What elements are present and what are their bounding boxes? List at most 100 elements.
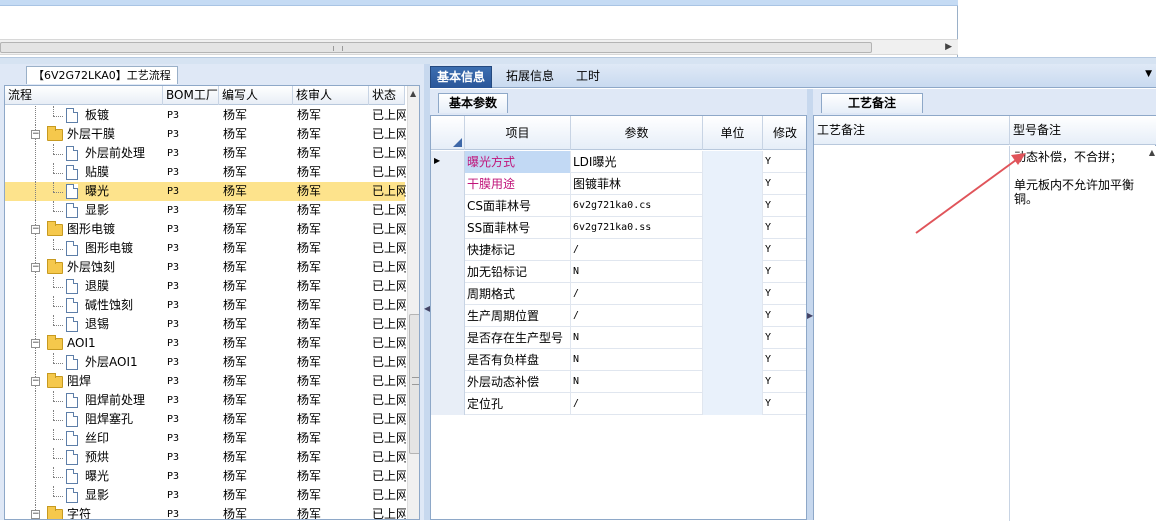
param-item-cell[interactable]: 是否存在生产型号 (465, 327, 571, 349)
param-unit-cell[interactable] (703, 151, 763, 173)
tree-node[interactable]: 预烘 (5, 448, 161, 467)
param-item-cell[interactable]: 加无铅标记 (465, 261, 571, 283)
tree-row[interactable]: 外层AOI1 P3 杨军 杨军 已上网 (5, 353, 406, 372)
tree-node[interactable]: − 字符 (5, 505, 161, 519)
tree-row[interactable]: − 阻焊 P3 杨军 杨军 已上网 (5, 372, 406, 391)
tree-node[interactable]: 退膜 (5, 277, 161, 296)
select-all-corner-icon[interactable] (453, 138, 462, 147)
col-header-bom-factory[interactable]: BOM工厂 (163, 86, 219, 105)
tab-basic-info[interactable]: 基本信息 (430, 66, 493, 88)
param-item-cell[interactable]: 干膜用途 (465, 173, 571, 195)
param-row[interactable]: CS面菲林号 6v2g721ka0.cs Y (431, 195, 806, 217)
tree-node[interactable]: 板镀 (5, 106, 161, 125)
tree-node[interactable]: 显影 (5, 201, 161, 220)
tree-node[interactable]: 退锡 (5, 315, 161, 334)
param-value-cell[interactable]: 图镀菲林 (571, 173, 703, 195)
param-unit-cell[interactable] (703, 173, 763, 195)
vertical-scrollbar-thumb[interactable] (409, 314, 419, 454)
param-row[interactable]: 干膜用途 图镀菲林 Y (431, 173, 806, 195)
tree-node[interactable]: 阻焊前处理 (5, 391, 161, 410)
row-indicator[interactable] (431, 349, 465, 371)
row-indicator[interactable] (431, 217, 465, 239)
param-value-cell[interactable]: LDI曝光 (571, 151, 703, 173)
horizontal-scrollbar-thumb[interactable] (0, 42, 872, 53)
process-flow-tab[interactable]: 【6V2G72LKA0】工艺流程 (26, 66, 178, 84)
param-value-cell[interactable]: 6v2g721ka0.ss (571, 217, 703, 239)
tree-node[interactable]: − 外层蚀刻 (5, 258, 161, 277)
scroll-up-arrow-icon[interactable]: ▲ (410, 89, 416, 98)
col-header-craft-note[interactable]: 工艺备注 (814, 116, 1010, 145)
tree-row[interactable]: 阻焊前处理 P3 杨军 杨军 已上网 (5, 391, 406, 410)
param-unit-cell[interactable] (703, 327, 763, 349)
param-row[interactable]: 加无铅标记 N Y (431, 261, 806, 283)
param-row[interactable]: 外层动态补偿 N Y (431, 371, 806, 393)
tree-row[interactable]: 显影 P3 杨军 杨军 已上网 (5, 201, 406, 220)
craft-note-field[interactable] (814, 146, 1010, 521)
tree-node[interactable]: 外层AOI1 (5, 353, 161, 372)
param-row[interactable]: 快捷标记 / Y (431, 239, 806, 261)
scroll-right-arrow-icon[interactable]: ▶ (945, 42, 952, 52)
horizontal-scrollbar[interactable]: ▶ (0, 39, 958, 55)
col-header-writer[interactable]: 编写人 (219, 86, 293, 105)
tab-craft-notes[interactable]: 工艺备注 (821, 93, 924, 113)
param-unit-cell[interactable] (703, 261, 763, 283)
row-indicator[interactable] (431, 305, 465, 327)
tree-node[interactable]: − 图形电镀 (5, 220, 161, 239)
param-value-cell[interactable]: N (571, 371, 703, 393)
tree-node[interactable]: 外层前处理 (5, 144, 161, 163)
tree-row[interactable]: 碱性蚀刻 P3 杨军 杨军 已上网 (5, 296, 406, 315)
tree-row[interactable]: − 外层干膜 P3 杨军 杨军 已上网 (5, 125, 406, 144)
tree-node[interactable]: − 阻焊 (5, 372, 161, 391)
param-unit-cell[interactable] (703, 217, 763, 239)
col-header-reviewer[interactable]: 核审人 (293, 86, 369, 105)
param-value-cell[interactable]: N (571, 261, 703, 283)
param-value-cell[interactable]: / (571, 305, 703, 327)
param-item-cell[interactable]: 快捷标记 (465, 239, 571, 261)
tab-work-hours[interactable]: 工时 (570, 66, 606, 88)
row-indicator[interactable] (431, 195, 465, 217)
collapse-icon[interactable]: − (31, 510, 40, 519)
param-row[interactable]: 是否有负样盘 N Y (431, 349, 806, 371)
col-header-modify[interactable]: 修改 (763, 116, 806, 150)
param-item-cell[interactable]: CS面菲林号 (465, 195, 571, 217)
row-indicator[interactable] (431, 283, 465, 305)
tree-row[interactable]: 显影 P3 杨军 杨军 已上网 (5, 486, 406, 505)
param-value-cell[interactable]: N (571, 349, 703, 371)
model-note-field[interactable]: 动态补偿，不合拼； 单元板内不允许加平衡铜。 ▲ (1010, 146, 1156, 521)
param-row[interactable]: 是否存在生产型号 N Y (431, 327, 806, 349)
tree-row[interactable]: 曝光 P3 杨军 杨军 已上网 (5, 182, 406, 201)
param-item-cell[interactable]: 周期格式 (465, 283, 571, 305)
tree-row[interactable]: 图形电镀 P3 杨军 杨军 已上网 (5, 239, 406, 258)
tab-basic-params[interactable]: 基本参数 (438, 93, 509, 113)
scroll-up-arrow-icon[interactable]: ▲ (1149, 148, 1155, 157)
param-value-cell[interactable]: / (571, 283, 703, 305)
tree-node[interactable]: 曝光 (5, 467, 161, 486)
param-row[interactable]: ▶ 曝光方式 LDI曝光 Y (431, 151, 806, 173)
row-indicator[interactable] (431, 261, 465, 283)
param-row[interactable]: 生产周期位置 / Y (431, 305, 806, 327)
row-indicator[interactable] (431, 327, 465, 349)
collapse-icon[interactable]: − (31, 339, 40, 348)
tab-extended-info[interactable]: 拓展信息 (500, 66, 560, 88)
param-row[interactable]: 周期格式 / Y (431, 283, 806, 305)
vertical-scrollbar[interactable]: ▲ (407, 86, 419, 519)
param-item-cell[interactable]: 生产周期位置 (465, 305, 571, 327)
tree-row[interactable]: − 外层蚀刻 P3 杨军 杨军 已上网 (5, 258, 406, 277)
param-unit-cell[interactable] (703, 283, 763, 305)
param-item-cell[interactable]: 外层动态补偿 (465, 371, 571, 393)
row-indicator[interactable] (431, 173, 465, 195)
row-indicator[interactable]: ▶ (431, 151, 465, 173)
col-header-status[interactable]: 状态 (369, 86, 405, 105)
collapse-icon[interactable]: − (31, 377, 40, 386)
col-header-param[interactable]: 参数 (571, 116, 703, 150)
param-unit-cell[interactable] (703, 239, 763, 261)
row-indicator[interactable] (431, 371, 465, 393)
tree-row[interactable]: 贴膜 P3 杨军 杨军 已上网 (5, 163, 406, 182)
param-unit-cell[interactable] (703, 195, 763, 217)
col-header-item[interactable]: 项目 (465, 116, 571, 150)
tree-node[interactable]: 阻焊塞孔 (5, 410, 161, 429)
row-indicator[interactable] (431, 393, 465, 415)
param-unit-cell[interactable] (703, 393, 763, 415)
param-value-cell[interactable]: / (571, 393, 703, 415)
param-item-cell[interactable]: SS面菲林号 (465, 217, 571, 239)
